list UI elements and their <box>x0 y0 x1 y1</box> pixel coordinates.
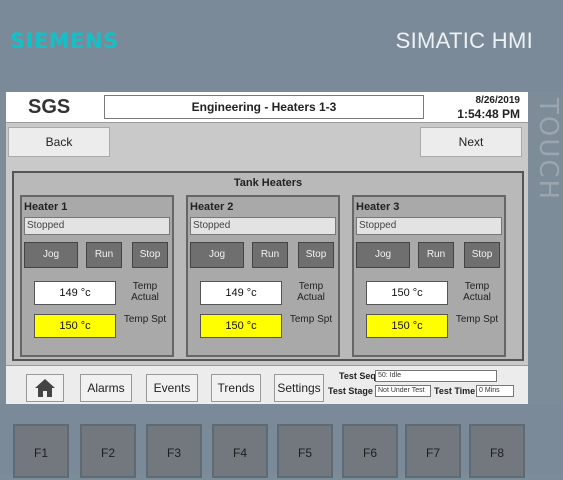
date-display: 8/26/2019 <box>475 95 521 106</box>
run-button[interactable]: Run <box>86 242 122 268</box>
touch-label: TOUCH <box>533 98 563 202</box>
heater-status: Stopped <box>24 217 170 235</box>
jog-button[interactable]: Jog <box>190 242 244 268</box>
temp-setpoint-input[interactable]: 150 °c <box>34 314 116 338</box>
tank-heaters-panel: Tank Heaters Heater 1 Stopped Jog Run St… <box>12 171 524 361</box>
home-icon <box>35 379 55 397</box>
test-time-label: Test Time <box>434 386 476 396</box>
temp-actual-label: Temp Actual <box>131 281 159 303</box>
f2-key[interactable]: F2 <box>80 424 136 478</box>
stop-button[interactable]: Stop <box>298 242 334 268</box>
temp-actual-value: 150 °c <box>366 281 448 305</box>
test-seq-field: 50: Idle <box>375 370 497 382</box>
temp-actual-value: 149 °c <box>34 281 116 305</box>
temp-setpoint-label: Temp Spt <box>455 314 499 325</box>
temp-actual-label: Temp Actual <box>463 281 491 303</box>
heater-1-group: Heater 1 Stopped Jog Run Stop 149 °c Tem… <box>20 195 174 357</box>
heater-status: Stopped <box>190 217 336 235</box>
jog-button[interactable]: Jog <box>24 242 78 268</box>
f7-key[interactable]: F7 <box>405 424 461 478</box>
company-logo: SGS <box>28 96 71 118</box>
temp-actual-label: Temp Actual <box>297 281 325 303</box>
heater-3-group: Heater 3 Stopped Jog Run Stop 150 °c Tem… <box>352 195 506 357</box>
home-button[interactable] <box>26 374 64 402</box>
stop-button[interactable]: Stop <box>132 242 168 268</box>
f1-key[interactable]: F1 <box>13 424 69 478</box>
bezel-top: SIEMENS SIMATIC HMI <box>0 0 563 92</box>
page-title: Engineering - Heaters 1-3 <box>104 95 424 119</box>
heater-2-group: Heater 2 Stopped Jog Run Stop 149 °c Tem… <box>186 195 340 357</box>
temp-setpoint-label: Temp Spt <box>289 314 333 325</box>
run-button[interactable]: Run <box>418 242 454 268</box>
temp-setpoint-input[interactable]: 150 °c <box>366 314 448 338</box>
hmi-screen: SGS Engineering - Heaters 1-3 8/26/2019 … <box>6 92 528 404</box>
heater-title: Heater 3 <box>356 201 400 213</box>
back-button[interactable]: Back <box>8 127 110 157</box>
heater-status: Stopped <box>356 217 502 235</box>
f4-key[interactable]: F4 <box>212 424 268 478</box>
run-button[interactable]: Run <box>252 242 288 268</box>
panel-title: Tank Heaters <box>233 177 303 189</box>
time-display: 1:54:48 PM <box>457 107 520 121</box>
trends-button[interactable]: Trends <box>211 374 261 402</box>
test-seq-label: Test Seq <box>339 371 376 381</box>
f3-key[interactable]: F3 <box>146 424 202 478</box>
settings-button[interactable]: Settings <box>274 374 324 402</box>
stop-button[interactable]: Stop <box>464 242 500 268</box>
f8-key[interactable]: F8 <box>469 424 525 478</box>
temp-setpoint-input[interactable]: 150 °c <box>200 314 282 338</box>
brand-logo: SIEMENS <box>10 29 119 53</box>
temp-setpoint-label: Temp Spt <box>123 314 167 325</box>
alarms-button[interactable]: Alarms <box>80 374 132 402</box>
test-stage-label: Test Stage <box>328 386 373 396</box>
events-button[interactable]: Events <box>146 374 198 402</box>
heater-title: Heater 2 <box>190 201 234 213</box>
header-bar: SGS Engineering - Heaters 1-3 8/26/2019 … <box>6 92 528 123</box>
next-button[interactable]: Next <box>420 127 522 157</box>
f5-key[interactable]: F5 <box>277 424 333 478</box>
heater-title: Heater 1 <box>24 201 68 213</box>
hmi-title: SIMATIC HMI <box>395 28 533 53</box>
jog-button[interactable]: Jog <box>356 242 410 268</box>
test-stage-field: Not Under Test <box>375 385 431 397</box>
test-time-field: 0 Mins <box>476 385 514 397</box>
bottom-nav-bar: Alarms Events Trends Settings Test Seq 5… <box>6 365 528 404</box>
f6-key[interactable]: F6 <box>342 424 398 478</box>
temp-actual-value: 149 °c <box>200 281 282 305</box>
